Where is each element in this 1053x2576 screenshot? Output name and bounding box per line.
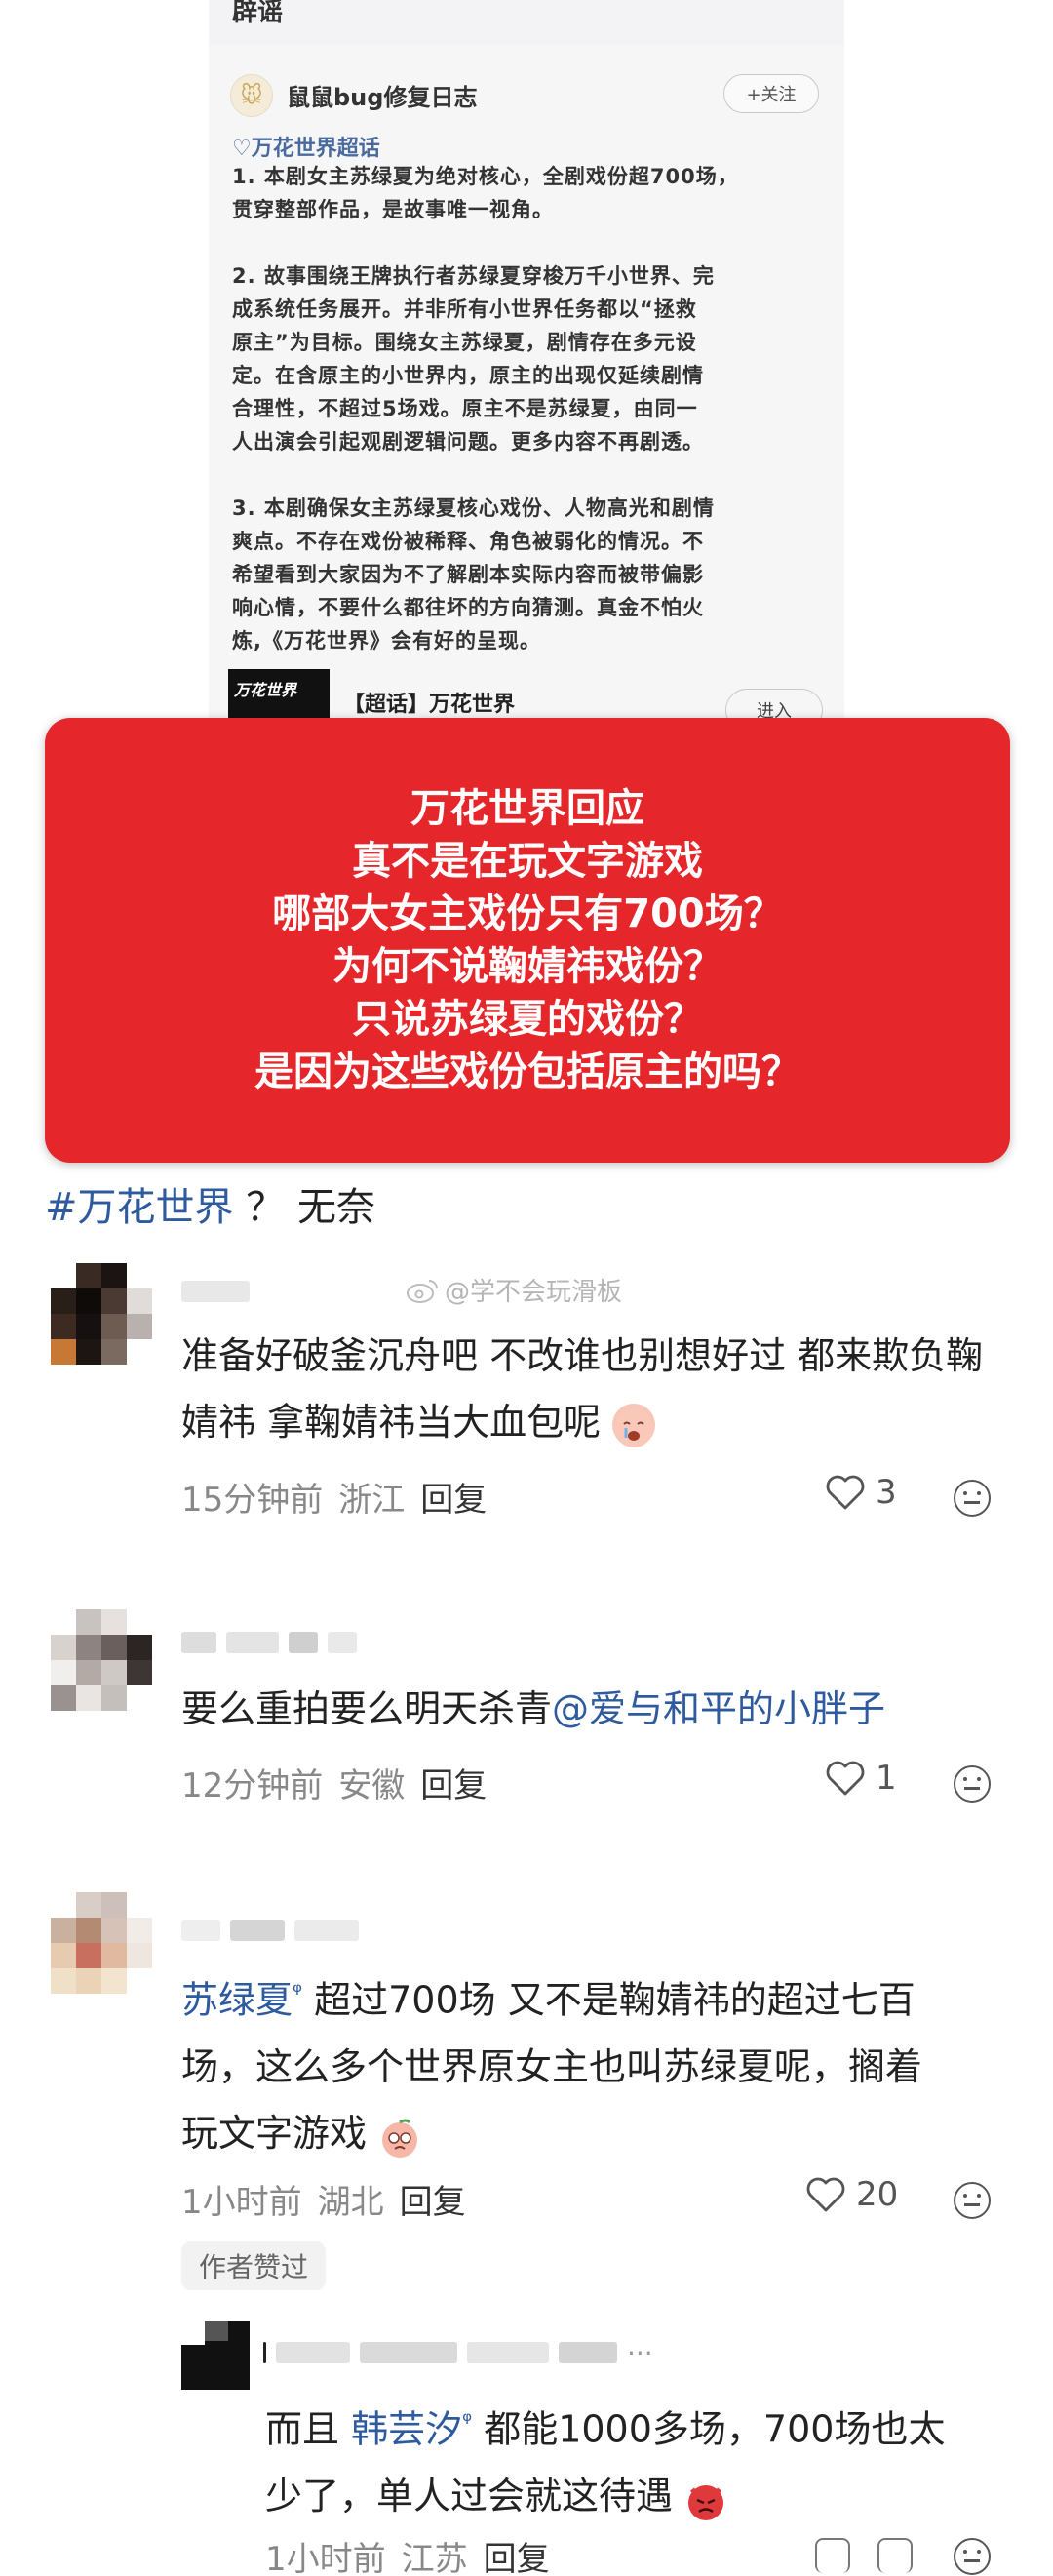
banner-line: 为何不说鞠婧祎戏份？ [332,944,722,989]
author-liked-badge: 作者赞过 [181,2241,327,2290]
post-text: #万花世界 ？ 无奈 [45,1175,375,1232]
user-mention[interactable]: 苏绿夏 [181,1979,292,2022]
comment-time: 1小时前 [181,2183,302,2222]
red-banner: 万花世界回应 真不是在玩文字游戏 哪部大女主戏份只有700场？ 为何不说鞠婧祎戏… [45,718,1010,1163]
embedded-post-screenshot: 辟谣 🐭 鼠鼠bug修复日志 +关注 ♡万花世界超话 1. 本剧女主苏绿夏为绝对… [209,0,844,751]
crying-face-icon [612,1403,656,1447]
avatar[interactable] [51,1263,152,1365]
watermark-text: @学不会玩滑板 [445,1278,623,1307]
embedded-author-name: 鼠鼠bug修复日志 [287,84,478,111]
embedded-top-title: 辟谣 [232,0,284,27]
banner-line: 万花世界回应 [410,786,644,831]
embedded-link-title: 【超话】万花世界 [343,693,516,717]
search-icon: ᵠ [292,1978,302,2005]
like-button[interactable]: 1 [825,1759,897,1798]
more-options-icon[interactable] [954,2182,991,2219]
avatar[interactable] [181,2321,250,2390]
crying-peach-icon [378,2114,421,2159]
more-options-icon[interactable] [954,1480,991,1517]
embedded-supertopic-tag: ♡万花世界超话 [232,137,380,161]
embedded-author-avatar: 🐭 [230,74,273,117]
user-mention[interactable]: 韩芸汐 [351,2408,462,2451]
banner-line: 真不是在玩文字游戏 [352,839,703,884]
username-blurred[interactable] [181,1629,357,1656]
username-blurred[interactable]: ··· [263,2337,653,2369]
more-options-icon[interactable] [954,2538,991,2575]
comment-meta: 15分钟前 浙江 回复 [181,1473,487,1521]
comment-time: 1小时前 [265,2540,386,2576]
like-count: 20 [856,2175,899,2214]
banner-line: 只说苏绿夏的戏份？ [352,997,703,1042]
like-button[interactable]: 3 [825,1473,897,1512]
like-button[interactable] [815,2538,850,2573]
embedded-follow-button: +关注 [723,74,819,113]
reply-button[interactable]: 回复 [400,2175,466,2223]
comment-meta: 1小时前 湖北 回复 [181,2175,466,2223]
comment-time: 15分钟前 [181,1481,324,1520]
reply-button[interactable]: 回复 [484,2532,550,2576]
comment-time: 12分钟前 [181,1766,324,1805]
heart-icon [826,1475,865,1510]
comment-location: 安徽 [338,1766,406,1805]
post-hashtag[interactable]: #万花世界 [45,1185,234,1230]
reply-button[interactable]: 回复 [420,1473,487,1521]
weibo-logo-icon [407,1279,438,1303]
embedded-post-body: 1. 本剧女主苏绿夏为绝对核心，全剧戏份超700场， 贯穿整部作品，是故事唯一视… [232,165,739,653]
banner-line: 是因为这些戏份包括原主的吗？ [254,1050,800,1094]
avatar[interactable] [51,1892,152,1994]
reply-button[interactable]: 回复 [420,1759,487,1806]
like-count: 3 [876,1473,897,1512]
username-blurred[interactable] [181,1278,250,1305]
banner-line: 哪部大女主戏份只有700场？ [272,892,783,936]
like-button[interactable]: 20 [805,2175,898,2214]
comment-text: 准备好破釜沉舟吧 不改谁也别想好过 都来欺负鞠婧祎 拿鞠婧祎当大血包呢 [181,1323,1020,1455]
user-mention[interactable]: @爱与和平的小胖子 [552,1687,885,1730]
watermark: @学不会玩滑板 [406,1272,622,1308]
reply-meta: 1小时前 江苏 回复 [265,2532,550,2576]
heart-icon [826,1761,865,1796]
heart-icon [806,2177,845,2212]
search-icon: ᵠ [462,2407,473,2435]
reply-text: 而且 韩芸汐ᵠ 都能1000多场，700场也太 少了，单人过会就这待遇 [265,2388,1026,2529]
username-blurred[interactable] [181,1917,359,1944]
avatar[interactable] [51,1609,152,1711]
like-count: 1 [876,1759,897,1798]
angry-devil-icon [684,2477,727,2521]
comment-location: 浙江 [338,1481,406,1520]
comment-location: 江苏 [401,2540,468,2576]
embedded-post-card: 🐭 鼠鼠bug修复日志 +关注 ♡万花世界超话 1. 本剧女主苏绿夏为绝对核心，… [209,45,844,751]
more-options-icon[interactable] [954,1765,991,1803]
comment-meta: 12分钟前 安徽 回复 [181,1759,487,1806]
comment-text: 要么重拍要么明天杀青@爱与和平的小胖子 [181,1687,886,1730]
like-button[interactable] [878,2538,913,2573]
comment-location: 湖北 [317,2183,384,2222]
comment-text: 苏绿夏ᵠ 超过700场 又不是鞠婧祎的超过七百 场，这么多个世界原女主也叫苏绿夏… [181,1959,1020,2166]
post-text-rest: ？ 无奈 [246,1185,375,1230]
